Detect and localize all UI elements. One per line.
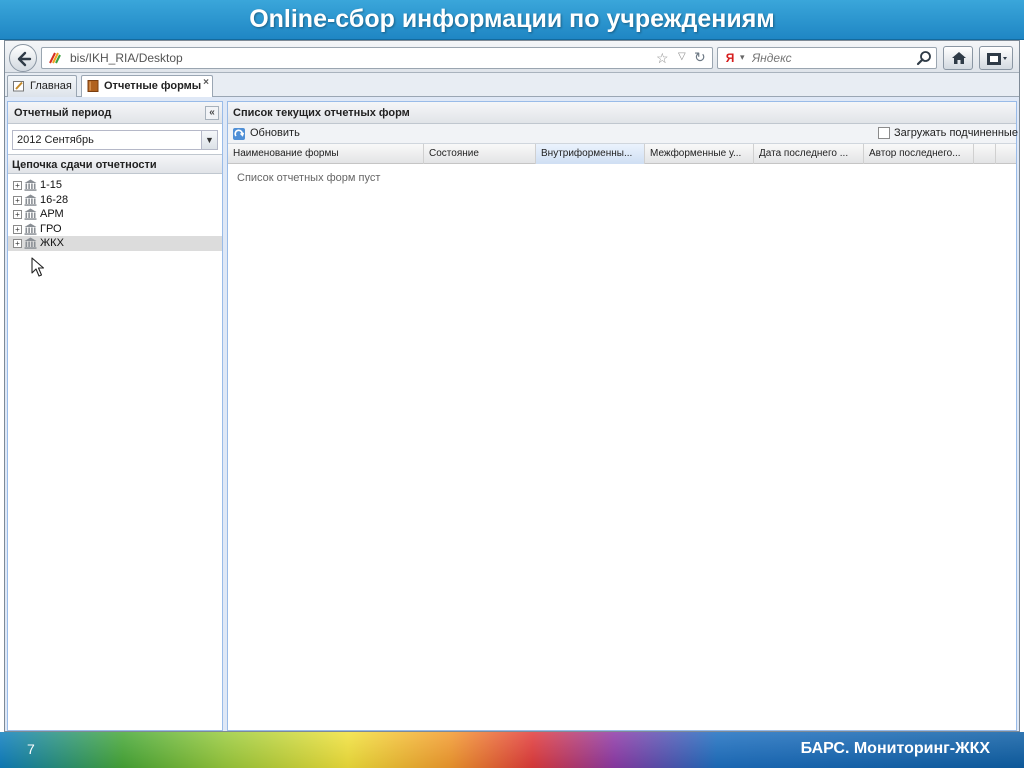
forms-panel-header: Список текущих отчетных форм xyxy=(228,102,1016,124)
collapse-panel-icon[interactable]: « xyxy=(205,106,219,120)
building-icon xyxy=(24,194,37,206)
refresh-icon xyxy=(233,128,245,140)
tree-node-label: ЖКХ xyxy=(40,237,64,249)
tab-report-forms-label: Отчетные формы xyxy=(104,80,202,92)
home-button[interactable] xyxy=(943,46,973,70)
building-icon xyxy=(24,208,37,220)
tab-home[interactable]: Главная xyxy=(7,75,77,97)
period-panel-header: Отчетный период « xyxy=(8,102,222,124)
column-header-form-name[interactable]: Наименование формы xyxy=(228,144,424,164)
building-icon xyxy=(24,237,37,249)
url-bar[interactable]: bis/IKH_RIA/Desktop ☆ ▽ ↻ xyxy=(41,47,713,69)
chain-panel-header: Цепочка сдачи отчетности xyxy=(8,154,222,174)
grid-header: Наименование формы Состояние Внутриформе… xyxy=(228,144,1016,164)
right-panel: Список текущих отчетных форм Обновить За… xyxy=(227,101,1018,731)
chevron-down-icon[interactable]: ▾ xyxy=(740,52,745,63)
tree-node-gro[interactable]: + ГРО xyxy=(8,222,222,237)
tree-node-label: 1-15 xyxy=(40,179,63,191)
expand-plus-icon[interactable]: + xyxy=(13,181,22,190)
book-icon xyxy=(87,80,99,92)
grid-toolbar: Обновить Загружать подчиненные xyxy=(228,124,1018,144)
load-subordinates-label: Загружать подчиненные xyxy=(894,127,1018,139)
tree-node-16-28[interactable]: + 16-28 xyxy=(8,193,222,208)
back-button[interactable] xyxy=(9,44,37,72)
tree-node-label: АРМ xyxy=(40,208,64,220)
tree-node-zhkh[interactable]: + ЖКХ xyxy=(8,236,222,251)
app-tabbar: Главная Отчетные формы × xyxy=(5,73,1019,97)
expand-plus-icon[interactable]: + xyxy=(13,224,22,234)
search-bar[interactable]: Я ▾ xyxy=(717,47,937,69)
period-header-title: Отчетный период xyxy=(14,107,112,119)
load-subordinates-checkbox[interactable] xyxy=(878,127,890,139)
building-icon xyxy=(24,223,37,235)
expand-plus-icon[interactable]: + xyxy=(13,239,22,248)
chevron-down-icon[interactable]: ▼ xyxy=(201,131,217,149)
arrow-left-icon xyxy=(17,51,32,67)
search-input[interactable] xyxy=(752,50,912,66)
edit-icon xyxy=(13,81,24,92)
slide-header: Online-сбор информации по учреждениям xyxy=(0,0,1024,40)
addon-icon xyxy=(987,53,1007,65)
reload-icon[interactable]: ↻ xyxy=(694,49,706,66)
slide-brand: БАРС. Мониторинг-ЖКХ xyxy=(800,740,990,757)
yandex-icon[interactable]: Я xyxy=(723,51,737,65)
tree-node-1-15[interactable]: + 1-15 xyxy=(8,178,222,193)
column-header-intra-form[interactable]: Внутриформенны... xyxy=(536,144,645,164)
home-icon xyxy=(952,52,966,64)
search-icon[interactable] xyxy=(916,50,932,66)
column-header-state[interactable]: Состояние xyxy=(424,144,536,164)
column-header-menu[interactable] xyxy=(974,144,996,164)
tree-node-label: ГРО xyxy=(40,222,62,235)
tree-node-label: 16-28 xyxy=(40,193,69,206)
history-dropdown-icon[interactable]: ▽ xyxy=(678,51,686,62)
left-panel: Отчетный период « 2012 Сентябрь ▼ Цепочк… xyxy=(7,101,223,731)
tree-node-arm[interactable]: + АРМ xyxy=(8,207,222,222)
column-header-inter-form[interactable]: Межформенные у... xyxy=(645,144,754,164)
tab-report-forms[interactable]: Отчетные формы × xyxy=(81,75,213,97)
chain-tree: + 1-15 + 16-28 + АРМ + ГРО + ЖКХ xyxy=(8,178,222,251)
building-icon xyxy=(24,179,37,191)
column-header-last-date[interactable]: Дата последнего ... xyxy=(754,144,864,164)
expand-plus-icon[interactable]: + xyxy=(13,210,22,219)
browser-window: bis/IKH_RIA/Desktop ☆ ▽ ↻ Я ▾ Яндекс Гла… xyxy=(4,40,1020,732)
slide-footer: 7 БАРС. Мониторинг-ЖКХ xyxy=(0,732,1024,768)
load-subordinates-toggle[interactable]: Загружать подчиненные xyxy=(878,127,1018,141)
bookmark-star-icon[interactable]: ☆ xyxy=(656,50,669,67)
period-combobox[interactable]: 2012 Сентябрь ▼ xyxy=(12,130,218,150)
browser-toolbar: bis/IKH_RIA/Desktop ☆ ▽ ↻ Я ▾ xyxy=(5,41,1019,73)
period-value: 2012 Сентябрь xyxy=(17,134,94,146)
app-area: Главная Отчетные формы × Отчетный период… xyxy=(5,73,1019,731)
refresh-label: Обновить xyxy=(250,127,300,139)
forms-header-title: Список текущих отчетных форм xyxy=(233,107,410,119)
tab-home-label: Главная xyxy=(30,80,72,92)
url-text[interactable]: bis/IKH_RIA/Desktop xyxy=(70,51,183,65)
site-favicon-icon xyxy=(49,52,61,64)
empty-list-text: Список отчетных форм пуст xyxy=(237,172,381,184)
slide-title: Online-сбор информации по учреждениям xyxy=(249,5,775,33)
column-header-last-author[interactable]: Автор последнего... xyxy=(864,144,974,164)
chain-header-title: Цепочка сдачи отчетности xyxy=(12,159,157,171)
mouse-cursor-icon xyxy=(31,257,45,277)
addon-button[interactable] xyxy=(979,46,1013,70)
close-icon[interactable]: × xyxy=(203,77,209,88)
slide-page-number: 7 xyxy=(27,741,35,757)
expand-plus-icon[interactable]: + xyxy=(13,195,22,205)
